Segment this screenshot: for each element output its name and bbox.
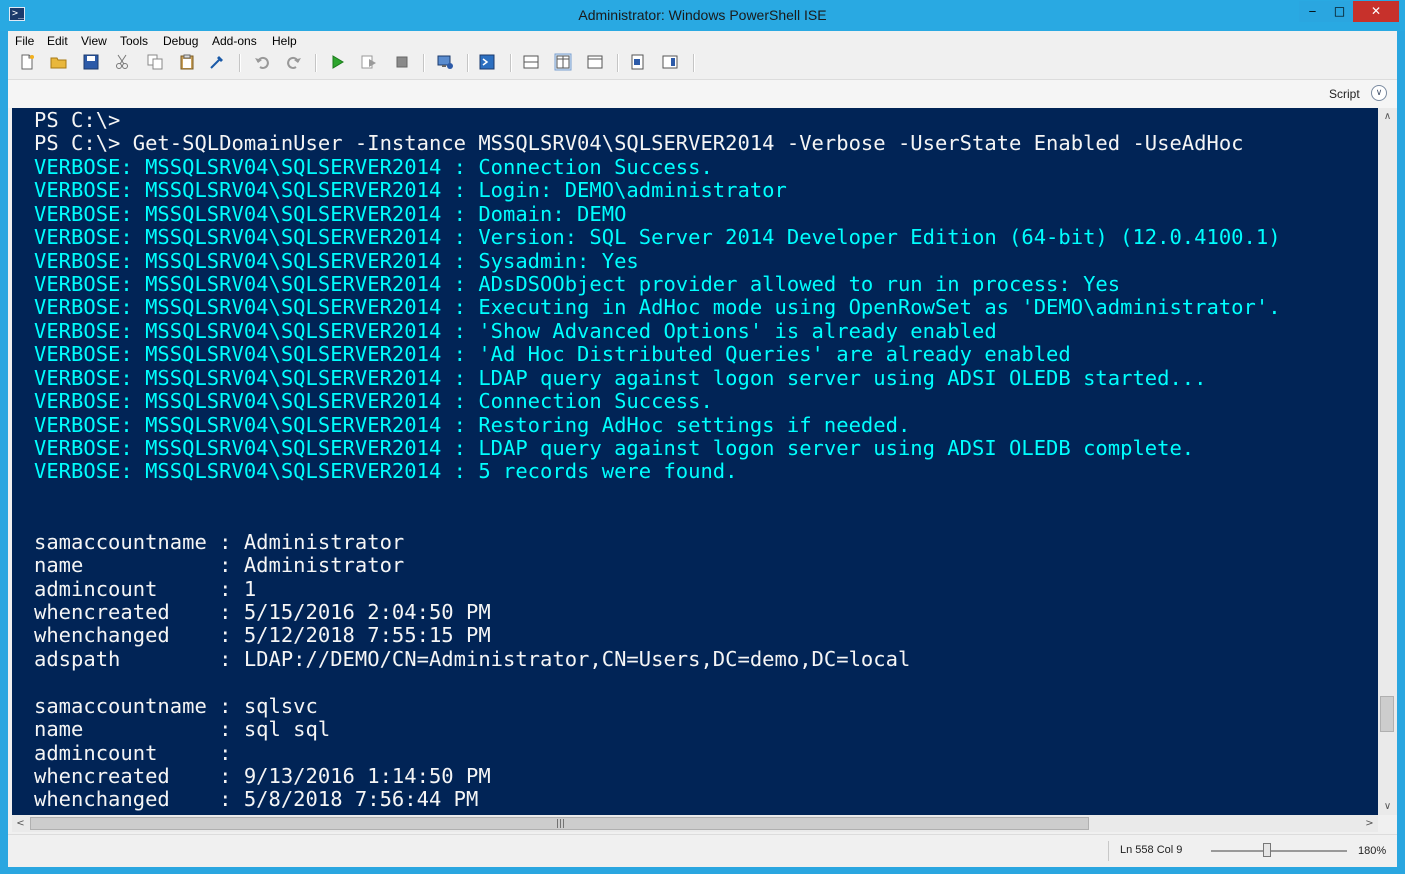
console-line: adspath : LDAP://DEMO/CN=Administrator,C… [34, 646, 911, 671]
console-line: samaccountname : Administrator [34, 529, 405, 554]
console-line: whenchanged : 5/12/2018 7:55:15 PM [34, 623, 491, 648]
vertical-scroll-thumb[interactable] [1380, 696, 1394, 732]
zoom-slider-track[interactable] [1211, 850, 1347, 852]
title-bar[interactable]: >_ Administrator: Windows PowerShell ISE… [0, 0, 1405, 31]
menu-edit[interactable]: Edit [47, 34, 68, 48]
status-bar: Ln 558 Col 9 180% [8, 834, 1397, 867]
console-line: VERBOSE: MSSQLSRV04\SQLSERVER2014 : Logi… [34, 178, 787, 203]
run-selection-icon[interactable] [360, 53, 378, 71]
window-title: Administrator: Windows PowerShell ISE [578, 7, 827, 23]
show-script-pane-icon[interactable]: ∨ [1371, 85, 1387, 101]
show-script-top-icon[interactable] [522, 53, 540, 71]
cursor-position: Ln 558 Col 9 [1120, 844, 1183, 856]
zoom-slider-thumb[interactable] [1263, 843, 1271, 857]
show-script-maximized-icon[interactable] [586, 53, 604, 71]
scrollbar-corner [1378, 815, 1397, 832]
console-line: VERBOSE: MSSQLSRV04\SQLSERVER2014 : Conn… [34, 154, 713, 179]
horizontal-scroll-thumb[interactable]: ||| [30, 817, 1089, 830]
console-line: VERBOSE: MSSQLSRV04\SQLSERVER2014 : LDAP… [34, 436, 1195, 461]
console-line: VERBOSE: MSSQLSRV04\SQLSERVER2014 : LDAP… [34, 365, 1207, 390]
menu-bar: File Edit View Tools Debug Add-ons Help [8, 31, 1397, 50]
console-line: whenchanged : 5/8/2018 7:56:44 PM [34, 787, 479, 812]
console-line: PS C:\> Get-SQLDomainUser -Instance MSSQ… [34, 131, 1244, 156]
console-line: VERBOSE: MSSQLSRV04\SQLSERVER2014 : Sysa… [34, 248, 639, 273]
run-script-icon[interactable] [328, 53, 346, 71]
scroll-up-arrow-icon[interactable]: ∧ [1378, 108, 1397, 125]
scroll-left-arrow-icon[interactable]: < [12, 815, 29, 832]
console-line: name : Administrator [34, 553, 405, 578]
redo-icon[interactable] [285, 53, 303, 71]
toolbar-separator [467, 54, 469, 72]
maximize-button[interactable]: □ [1326, 1, 1353, 22]
menu-debug[interactable]: Debug [163, 34, 198, 48]
powershell-ise-window: >_ Administrator: Windows PowerShell ISE… [0, 0, 1405, 874]
console-line: VERBOSE: MSSQLSRV04\SQLSERVER2014 : Conn… [34, 389, 713, 414]
save-icon[interactable] [82, 53, 100, 71]
menu-view[interactable]: View [81, 34, 107, 48]
open-folder-icon[interactable] [50, 53, 68, 71]
script-pane-header: Script ∨ [8, 79, 1397, 108]
zoom-level: 180% [1358, 845, 1387, 857]
toolbar-separator [239, 54, 241, 72]
scroll-grip-icon: ||| [556, 819, 566, 829]
console-line: VERBOSE: MSSQLSRV04\SQLSERVER2014 : ADsD… [34, 272, 1121, 296]
console-line: whencreated : 5/15/2016 2:04:50 PM [34, 600, 491, 625]
console-line: PS C:\> [34, 108, 121, 132]
stop-icon[interactable] [393, 53, 411, 71]
console-line: VERBOSE: MSSQLSRV04\SQLSERVER2014 : Rest… [34, 412, 911, 437]
paste-icon[interactable] [178, 53, 196, 71]
show-command-addon-icon[interactable] [661, 53, 679, 71]
minimize-button[interactable]: ‒ [1299, 1, 1326, 22]
start-powershell-icon[interactable] [478, 53, 496, 71]
toolbar-separator [423, 54, 425, 72]
console-line: admincount : [34, 740, 232, 765]
console-line: VERBOSE: MSSQLSRV04\SQLSERVER2014 : 'Sho… [34, 318, 997, 343]
show-command-window-icon[interactable] [629, 53, 647, 71]
script-pane-label[interactable]: Script [1329, 87, 1360, 101]
toolbar [8, 50, 1397, 76]
toolbar-separator [315, 54, 317, 72]
toolbar-separator [617, 54, 619, 72]
scroll-down-arrow-icon[interactable]: ∨ [1378, 798, 1397, 815]
toolbar-separator [693, 54, 695, 72]
console-line: whencreated : 9/13/2016 1:14:50 PM [34, 764, 491, 789]
console-line: samaccountname : sqlsvc [34, 693, 318, 718]
console-line: admincount : 1 [34, 576, 257, 601]
menu-help[interactable]: Help [272, 34, 297, 48]
menu-add-ons[interactable]: Add-ons [212, 34, 257, 48]
scroll-right-arrow-icon[interactable]: > [1361, 815, 1378, 832]
console-line: VERBOSE: MSSQLSRV04\SQLSERVER2014 : Exec… [34, 295, 1281, 320]
clear-console-icon[interactable] [208, 53, 226, 71]
close-button[interactable]: ✕ [1353, 1, 1399, 22]
status-separator [1108, 841, 1109, 861]
new-file-icon[interactable] [18, 53, 36, 71]
console-line: VERBOSE: MSSQLSRV04\SQLSERVER2014 : 'Ad … [34, 342, 1071, 367]
vertical-scrollbar[interactable]: ∧ ∨ [1378, 108, 1397, 815]
console-line: name : sql sql [34, 717, 331, 742]
menu-tools[interactable]: Tools [120, 34, 148, 48]
console-line: VERBOSE: MSSQLSRV04\SQLSERVER2014 : Doma… [34, 201, 627, 226]
undo-icon[interactable] [253, 53, 271, 71]
console-line: VERBOSE: MSSQLSRV04\SQLSERVER2014 : Vers… [34, 225, 1281, 250]
cut-icon[interactable] [114, 53, 132, 71]
toolbar-separator [510, 54, 512, 72]
remote-powershell-icon[interactable] [436, 53, 454, 71]
menu-file[interactable]: File [15, 34, 34, 48]
ise-client-area: File Edit View Tools Debug Add-ons Help [8, 31, 1397, 867]
console-pane[interactable]: PS C:\> PS C:\> Get-SQLDomainUser -Instan… [12, 108, 1378, 815]
copy-icon[interactable] [146, 53, 164, 71]
console-line: VERBOSE: MSSQLSRV04\SQLSERVER2014 : 5 re… [34, 459, 738, 484]
show-script-right-icon[interactable] [554, 53, 572, 71]
horizontal-scrollbar[interactable]: < ||| > [12, 815, 1378, 832]
